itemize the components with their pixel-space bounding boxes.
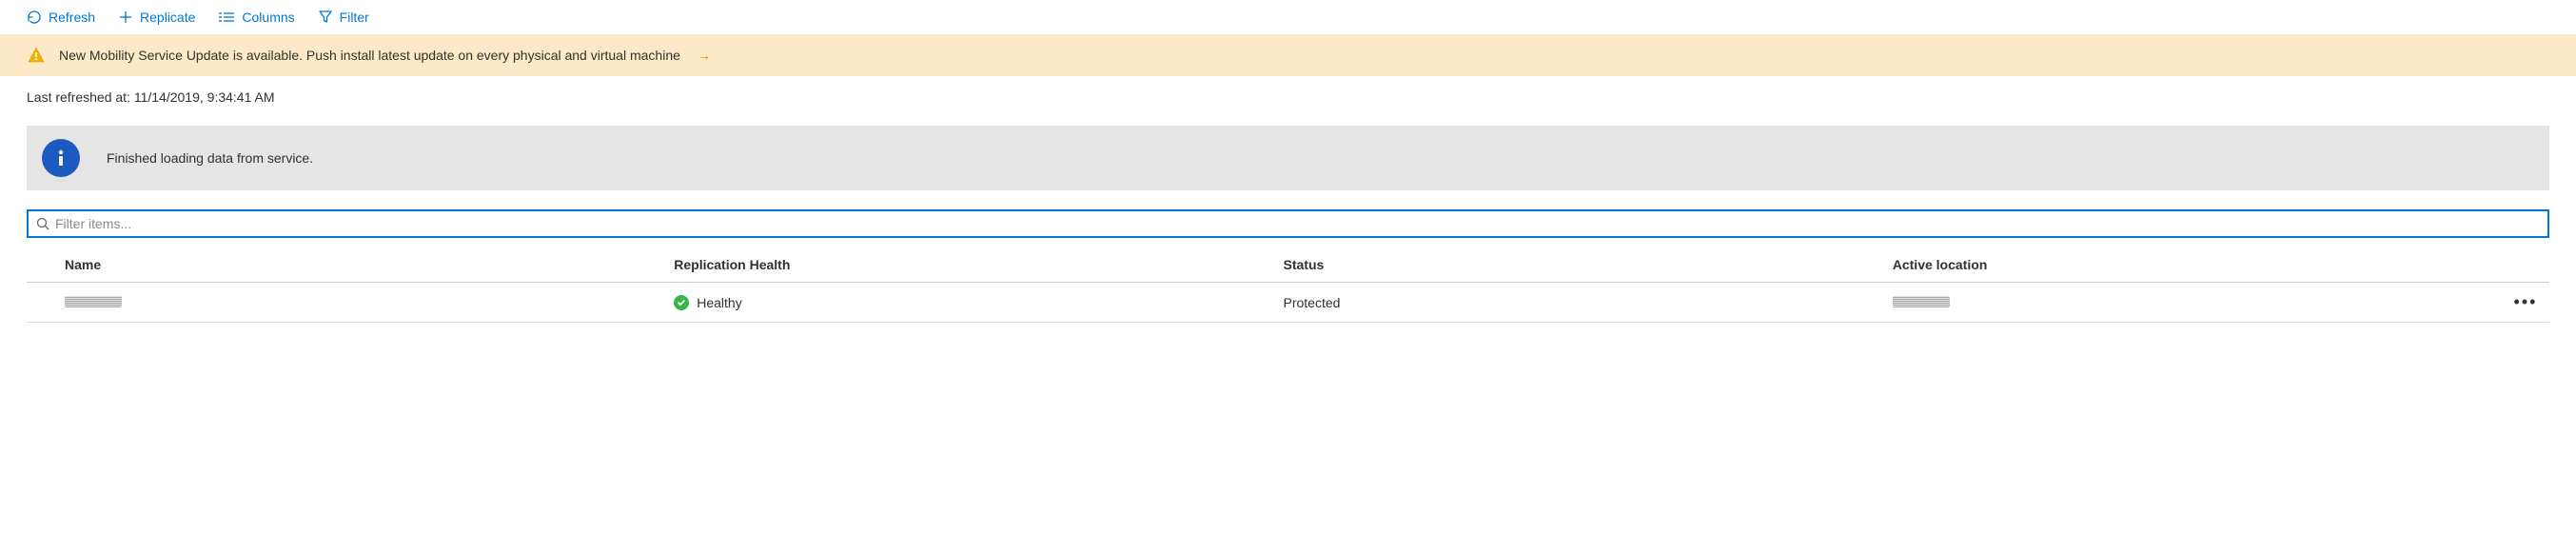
health-text: Healthy xyxy=(697,295,741,310)
redacted-text xyxy=(1893,296,1950,307)
cell-status: Protected xyxy=(1284,295,1893,310)
cell-replication-health: Healthy xyxy=(674,295,1283,310)
info-icon xyxy=(42,139,80,177)
replicate-label: Replicate xyxy=(140,10,195,25)
last-refreshed: Last refreshed at: 11/14/2019, 9:34:41 A… xyxy=(0,76,2576,114)
last-refreshed-label: Last refreshed at: xyxy=(27,89,130,105)
arrow-right-icon: → xyxy=(698,48,711,63)
table-row[interactable]: Healthy Protected ••• xyxy=(27,283,2549,323)
filter-button[interactable]: Filter xyxy=(318,10,369,25)
info-text: Finished loading data from service. xyxy=(107,150,313,166)
columns-button[interactable]: Columns xyxy=(218,10,294,25)
redacted-text xyxy=(65,296,122,307)
col-active-location[interactable]: Active location xyxy=(1893,257,2502,272)
columns-icon xyxy=(218,10,235,24)
col-status[interactable]: Status xyxy=(1284,257,1893,272)
refresh-icon xyxy=(27,10,42,25)
filter-input-wrap[interactable] xyxy=(27,209,2549,238)
search-icon xyxy=(36,217,49,230)
command-bar: Refresh Replicate Columns Filter xyxy=(0,0,2576,34)
warning-banner[interactable]: New Mobility Service Update is available… xyxy=(0,34,2576,76)
warning-icon xyxy=(27,46,46,65)
refresh-label: Refresh xyxy=(49,10,95,25)
col-replication-health[interactable]: Replication Health xyxy=(674,257,1283,272)
info-banner: Finished loading data from service. xyxy=(27,126,2549,190)
items-table: Name Replication Health Status Active lo… xyxy=(27,247,2549,323)
col-name[interactable]: Name xyxy=(65,257,674,272)
healthy-icon xyxy=(674,295,689,310)
refresh-button[interactable]: Refresh xyxy=(27,10,95,25)
filter-input[interactable] xyxy=(55,216,2540,231)
cell-name xyxy=(65,295,674,310)
filter-icon xyxy=(318,10,333,25)
columns-label: Columns xyxy=(242,10,294,25)
plus-icon xyxy=(118,10,133,25)
warning-text: New Mobility Service Update is available… xyxy=(59,48,680,63)
table-header-row: Name Replication Health Status Active lo… xyxy=(27,247,2549,283)
cell-active-location xyxy=(1893,295,2502,310)
replicate-button[interactable]: Replicate xyxy=(118,10,195,25)
last-refreshed-value: 11/14/2019, 9:34:41 AM xyxy=(134,89,275,105)
row-more-button[interactable]: ••• xyxy=(2502,292,2549,312)
filter-label: Filter xyxy=(340,10,369,25)
